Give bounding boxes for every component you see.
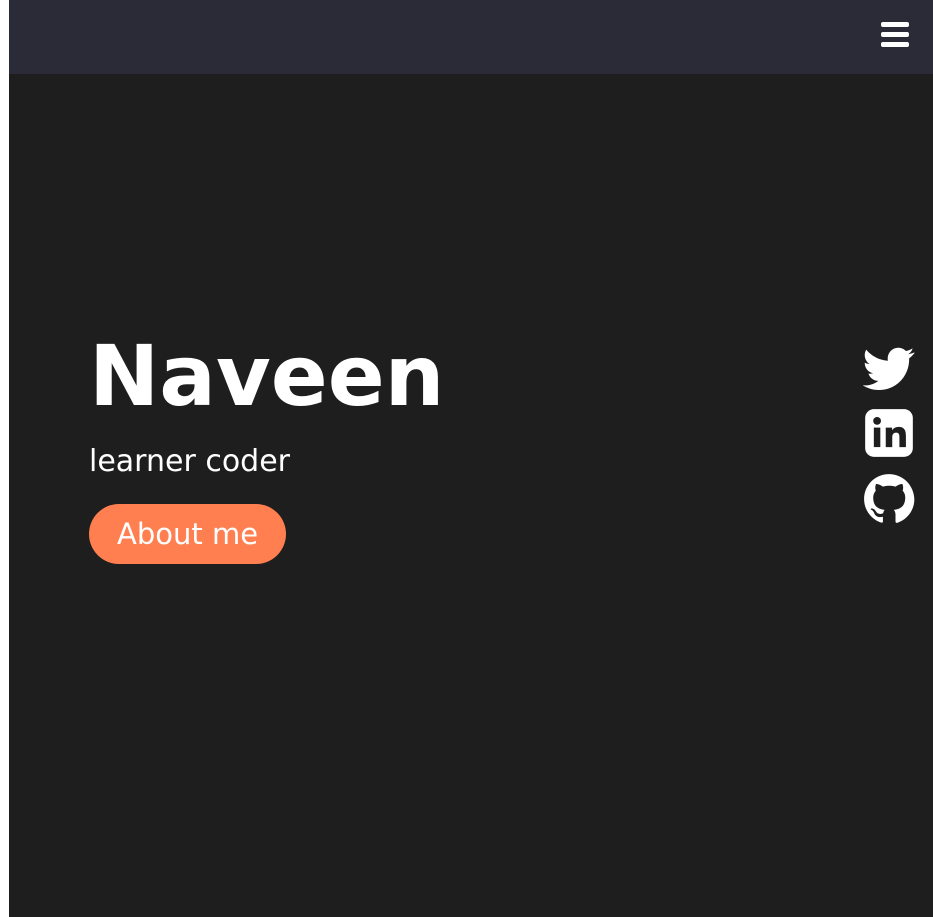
hamburger-menu-icon[interactable]	[881, 22, 909, 48]
linkedin-link[interactable]	[863, 407, 915, 459]
hero-subtitle: learner coder	[89, 444, 291, 479]
menu-line	[881, 22, 909, 27]
twitter-link[interactable]	[863, 341, 915, 393]
top-navbar	[9, 0, 933, 74]
linkedin-icon	[865, 409, 913, 457]
github-link[interactable]	[863, 473, 915, 525]
hero-title: Naveen	[89, 327, 445, 425]
menu-line	[881, 42, 909, 47]
twitter-icon	[863, 347, 915, 390]
menu-line	[881, 32, 909, 37]
social-links	[863, 341, 915, 539]
about-me-button[interactable]: About me	[89, 504, 287, 564]
hero-section: Naveen learner coder About me	[89, 328, 444, 564]
page: Naveen learner coder About me	[9, 0, 933, 917]
github-icon	[864, 474, 915, 523]
